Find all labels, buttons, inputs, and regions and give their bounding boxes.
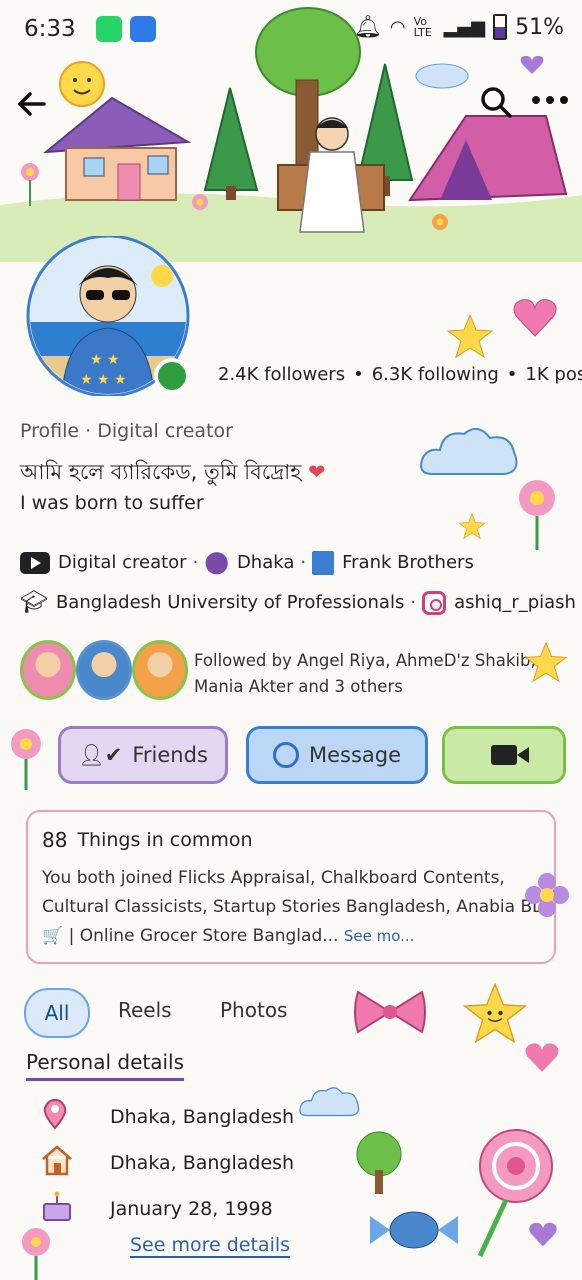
- workplace-text[interactable]: Frank Brothers: [342, 552, 474, 573]
- tab-photos[interactable]: Photos: [220, 998, 287, 1022]
- more-options-button[interactable]: [530, 90, 570, 110]
- things-in-common-card: 88 Things in common You both joined Flic…: [26, 810, 556, 964]
- cloud-drawing: [299, 1087, 360, 1117]
- intro-row-2: 🎓︎ Bangladesh University of Professional…: [20, 590, 576, 615]
- status-time: 6:33: [24, 16, 76, 42]
- smiling-star-icon: [462, 982, 528, 1044]
- search-icon: [481, 87, 512, 118]
- message-button-label: Message: [308, 743, 402, 767]
- hometown-text: Dhaka, Bangladesh: [110, 1151, 295, 1174]
- things-in-common-title: Things in common: [77, 829, 253, 851]
- candy-icon: [370, 1211, 458, 1249]
- see-more-details-link[interactable]: See more details: [130, 1234, 291, 1258]
- profile-stats: 2.4K followers•6.3K following•1K posts: [218, 364, 582, 385]
- tab-reels[interactable]: Reels: [118, 998, 172, 1022]
- back-arrow-icon: [17, 92, 46, 116]
- following-count[interactable]: 6.3K following: [372, 364, 499, 385]
- personal-details-title: Personal details: [26, 1050, 185, 1081]
- network-label: Vo LTE: [413, 15, 432, 39]
- instagram-icon: [422, 590, 447, 615]
- friends-button-label: Friends: [132, 743, 208, 767]
- svg-text:★ ★ ★: ★ ★ ★: [80, 372, 127, 388]
- status-bar: 6:33 🔔︎ ◠ Vo LTE ▂▄▆ 51%: [0, 0, 582, 56]
- birthday-text: January 28, 1998: [110, 1197, 273, 1220]
- current-city-text: Dhaka, Bangladesh: [110, 1105, 295, 1128]
- bio-line-1: আমি হলে ব্যারিকেড, তুমি বিদ্রোহ ❤: [20, 460, 326, 484]
- battery-percent: 51%: [515, 14, 564, 40]
- education-text[interactable]: Bangladesh University of Professionals: [56, 592, 404, 613]
- people-icon: 88: [42, 828, 68, 852]
- purple-heart-icon: [529, 1222, 557, 1247]
- tab-all[interactable]: All: [24, 988, 90, 1038]
- friends-button[interactable]: 👤︎✔︎ Friends: [58, 726, 228, 784]
- mutual-avatar-1: [20, 640, 76, 700]
- battery-icon: [493, 14, 508, 40]
- video-call-button[interactable]: [442, 726, 566, 784]
- video-camera-icon: [491, 745, 529, 765]
- things-in-common-text: You both joined Flicks Appraisal, Chalkb…: [42, 868, 546, 946]
- location-pin-icon: [40, 1098, 110, 1135]
- pink-heart-icon: [525, 1043, 559, 1072]
- profile-category: Profile · Digital creator: [20, 420, 233, 442]
- wifi-icon: ◠: [389, 16, 406, 38]
- search-button[interactable]: [478, 84, 514, 120]
- mutual-avatar-3: [132, 640, 188, 700]
- building-icon: [312, 550, 335, 575]
- current-city-row: Dhaka, Bangladesh: [40, 1098, 294, 1135]
- star-icon: [446, 313, 494, 359]
- profile-avatar[interactable]: ★ ★ ★ ★ ★: [20, 234, 196, 398]
- signal-icon: ▂▄▆: [443, 16, 486, 38]
- flower-icon: [22, 1228, 50, 1280]
- cloud-drawing: [420, 427, 518, 475]
- messenger-app-icon: [130, 16, 156, 42]
- friends-check-icon: 👤︎✔︎: [78, 742, 123, 767]
- instagram-handle[interactable]: ashiq_r_piash: [454, 592, 576, 613]
- intro-row-1: Digital creator · ⬤ Dhaka · Frank Brothe…: [20, 550, 474, 575]
- red-heart-icon: ❤: [308, 460, 326, 484]
- location-text[interactable]: Dhaka: [237, 552, 294, 573]
- location-pin-icon: ⬤: [204, 550, 229, 575]
- sun-icon: [59, 61, 105, 107]
- purple-flower-icon: [525, 873, 569, 917]
- mutual-avatar-2: [76, 640, 132, 700]
- bow-icon: [354, 990, 426, 1034]
- hometown-row: Dhaka, Bangladesh: [40, 1144, 294, 1181]
- whatsapp-icon: [96, 16, 122, 42]
- mutual-followers[interactable]: Followed by Angel Riya, AhmeD'z Shakib, …: [20, 638, 540, 702]
- back-button[interactable]: [14, 86, 50, 122]
- video-play-icon: [20, 551, 50, 574]
- star-icon: [524, 641, 568, 683]
- svg-text:★ ★: ★ ★: [90, 352, 120, 368]
- pink-heart-icon: [513, 299, 557, 337]
- birthday-cake-icon: [40, 1190, 110, 1227]
- posts-count[interactable]: 1K posts: [525, 364, 582, 385]
- small-star-icon: [458, 512, 486, 539]
- message-button[interactable]: Message: [246, 726, 428, 784]
- bio-line-2: I was born to suffer: [20, 492, 204, 514]
- online-status-indicator: [154, 358, 190, 394]
- flower-icon: [11, 729, 41, 790]
- flower-icon: [519, 480, 555, 550]
- more-dots-icon: [532, 96, 568, 104]
- home-icon: [40, 1144, 110, 1181]
- see-more-link[interactable]: See mo...: [344, 927, 415, 945]
- birthday-row: January 28, 1998: [40, 1190, 273, 1227]
- tree-icon: [356, 1131, 402, 1194]
- bell-icon: 🔔︎: [353, 14, 382, 40]
- messenger-icon: [272, 742, 299, 768]
- followers-count[interactable]: 2.4K followers: [218, 364, 345, 385]
- followed-by-text: Followed by Angel Riya, AhmeD'z Shakib, …: [194, 651, 536, 696]
- graduation-cap-icon: 🎓︎: [20, 590, 48, 615]
- role-text: Digital creator: [58, 552, 187, 573]
